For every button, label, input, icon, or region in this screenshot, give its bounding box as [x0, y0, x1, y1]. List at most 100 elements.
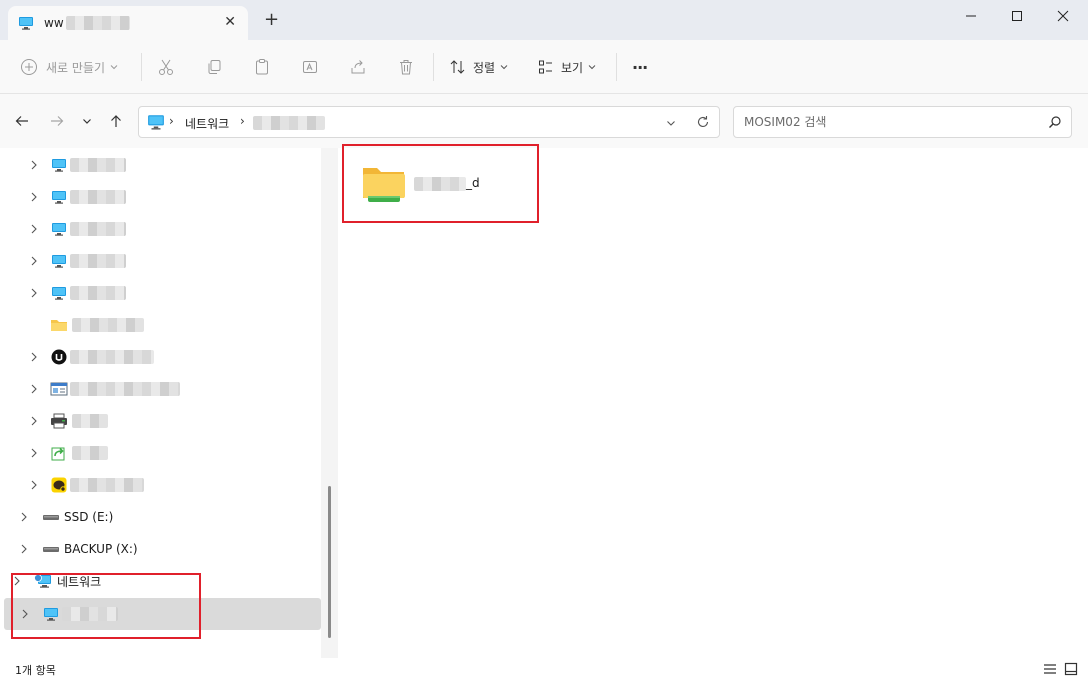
search-box[interactable] [733, 106, 1072, 138]
drive-icon [43, 515, 59, 520]
close-button[interactable] [1040, 0, 1086, 32]
delete-button[interactable] [397, 40, 415, 94]
chevron-right-icon[interactable] [27, 254, 41, 268]
chat-app-icon [51, 477, 67, 493]
sort-label: 정렬 [473, 60, 496, 75]
share-button[interactable] [349, 40, 367, 94]
tab-active[interactable]: ww ✕ [8, 6, 248, 40]
shared-folder-name: _d [414, 176, 480, 191]
rename-icon [303, 61, 317, 73]
chevron-right-icon[interactable] [27, 350, 41, 364]
forward-button[interactable] [46, 110, 68, 132]
nav-item-app[interactable] [0, 469, 321, 501]
nav-item-label [72, 414, 108, 428]
nav-item-label [70, 286, 126, 300]
arrow-right-icon [51, 116, 64, 126]
nav-item-computer[interactable] [0, 213, 321, 245]
nav-scrollbar[interactable] [321, 148, 338, 658]
trash-icon [400, 60, 412, 75]
computer-icon [52, 223, 66, 236]
item-count: 1개 항목 [15, 664, 56, 677]
minimize-button[interactable] [948, 0, 994, 32]
command-bar: 새로 만들기 정렬 보기 ··· [0, 40, 1088, 94]
nav-item-computer[interactable] [0, 181, 321, 213]
nav-item-app[interactable] [0, 341, 321, 373]
address-row: › 네트워크 › [0, 94, 1088, 148]
nav-item-label: SSD (E:) [64, 510, 114, 524]
chevron-down-icon [588, 65, 596, 70]
paste-button[interactable] [253, 40, 271, 94]
chevron-right-icon[interactable] [17, 542, 31, 556]
view-button[interactable]: 보기 [537, 40, 597, 94]
nav-item-drive-x[interactable]: BACKUP (X:) [0, 533, 321, 565]
cut-button[interactable] [157, 40, 175, 94]
more-options-button[interactable]: ··· [632, 40, 648, 94]
nav-item-network[interactable]: 네트워크 [0, 565, 321, 597]
refresh-icon[interactable] [696, 115, 710, 129]
chevron-right-icon[interactable] [27, 158, 41, 172]
maximize-button[interactable] [994, 0, 1040, 32]
nav-item-label [70, 478, 144, 492]
nav-item-computer[interactable] [0, 277, 321, 309]
toolbar-divider [433, 53, 434, 81]
computer-icon [148, 115, 164, 130]
new-button-label: 새로 만들기 [46, 60, 106, 75]
folder-icon [51, 320, 67, 331]
chevron-right-icon[interactable] [27, 414, 41, 428]
chevron-right-icon[interactable] [27, 382, 41, 396]
view-label: 보기 [561, 60, 584, 75]
breadcrumb-network[interactable]: 네트워크 [185, 115, 229, 132]
nav-item-network-computer-selected[interactable] [4, 598, 321, 630]
chevron-right-icon[interactable] [18, 607, 32, 621]
tab-close-button[interactable]: ✕ [224, 14, 236, 30]
chevron-right-icon[interactable] [27, 286, 41, 300]
chevron-right-icon[interactable] [27, 190, 41, 204]
computer-icon [44, 608, 58, 621]
details-view-icon[interactable] [1043, 662, 1057, 676]
computer-icon [52, 191, 66, 204]
app-logo-icon [51, 349, 67, 365]
chevron-right-icon[interactable] [10, 574, 24, 588]
nav-item-label [70, 382, 180, 396]
back-button[interactable] [11, 110, 33, 132]
recent-locations-button[interactable] [76, 110, 98, 132]
nav-item-computer[interactable] [0, 149, 321, 181]
printer-icon [51, 413, 67, 429]
copy-button[interactable] [205, 40, 223, 94]
drive-icon [43, 547, 59, 552]
breadcrumb-separator: › [240, 114, 245, 128]
search-input[interactable] [742, 113, 1022, 131]
nav-item-drive-e[interactable]: SSD (E:) [0, 501, 321, 533]
nav-item-control-panel[interactable] [0, 373, 321, 405]
nav-item-folder[interactable] [0, 309, 321, 341]
chevron-right-icon[interactable] [17, 510, 31, 524]
chevron-down-icon [83, 119, 91, 124]
chevron-right-icon[interactable] [27, 446, 41, 460]
rename-button[interactable] [301, 40, 319, 94]
tiles-view-icon[interactable] [1064, 662, 1078, 676]
up-button[interactable] [105, 110, 127, 132]
new-tab-button[interactable]: + [264, 11, 279, 29]
nav-item-label [72, 446, 108, 460]
nav-item-computer[interactable] [0, 245, 321, 277]
maximize-icon [1012, 11, 1022, 21]
search-icon[interactable] [1048, 115, 1062, 129]
nav-item-shared[interactable] [0, 437, 321, 469]
nav-scrollbar-thumb[interactable] [328, 486, 331, 638]
arrow-up-icon [111, 115, 121, 127]
sort-button[interactable]: 정렬 [449, 40, 509, 94]
toolbar-divider [141, 53, 142, 81]
address-bar[interactable]: › 네트워크 › [138, 106, 720, 138]
new-button[interactable]: 새로 만들기 [20, 40, 119, 94]
breadcrumb-computer[interactable] [253, 116, 325, 130]
chevron-right-icon[interactable] [27, 478, 41, 492]
nav-item-label [70, 254, 126, 268]
chevron-down-icon[interactable] [665, 117, 677, 129]
toolbar-divider [616, 53, 617, 81]
minimize-icon [966, 15, 976, 17]
chevron-right-icon[interactable] [27, 222, 41, 236]
nav-item-label [62, 607, 118, 621]
shared-folder-item[interactable]: _d [356, 158, 506, 214]
chevron-down-icon [500, 65, 508, 70]
nav-item-printers[interactable] [0, 405, 321, 437]
